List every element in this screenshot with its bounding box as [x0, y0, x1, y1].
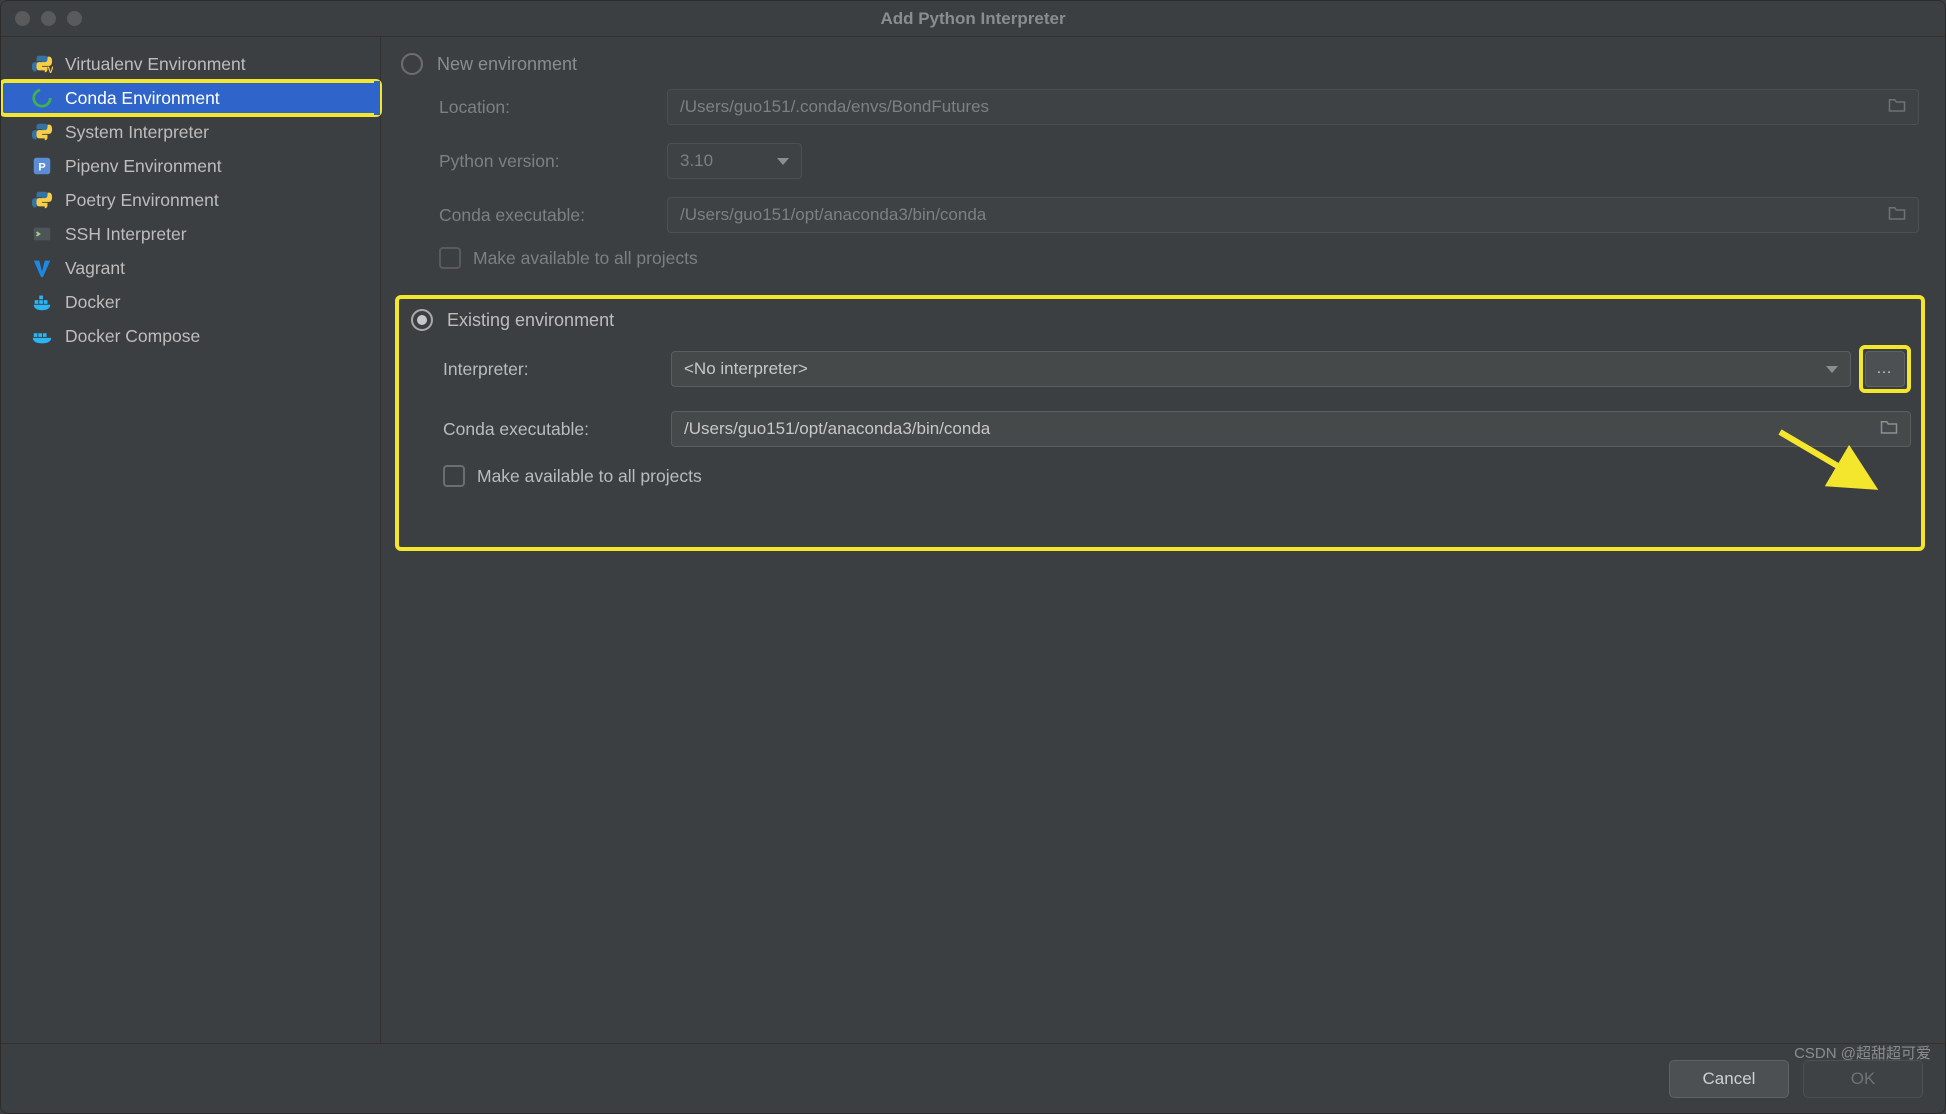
- conda-exec-input-existing[interactable]: /Users/guo151/opt/anaconda3/bin/conda: [671, 411, 1911, 447]
- sidebar-item-label: Pipenv Environment: [65, 156, 222, 177]
- sidebar-item-docker-compose[interactable]: Docker Compose: [1, 319, 380, 353]
- folder-icon[interactable]: [1888, 205, 1906, 226]
- conda-exec-input-new[interactable]: /Users/guo151/opt/anaconda3/bin/conda: [667, 197, 1919, 233]
- sidebar-item-label: Vagrant: [65, 258, 125, 279]
- sidebar-item-system[interactable]: System Interpreter: [1, 115, 380, 149]
- sidebar-item-label: Conda Environment: [65, 88, 220, 109]
- titlebar: Add Python Interpreter: [1, 1, 1945, 37]
- dialog-body: V Virtualenv Environment Conda Environme…: [1, 37, 1945, 1043]
- sidebar-list: V Virtualenv Environment Conda Environme…: [1, 47, 380, 353]
- window-controls: [15, 11, 82, 26]
- radio-new-environment-row[interactable]: New environment: [401, 53, 1919, 75]
- sidebar-item-docker[interactable]: Docker: [1, 285, 380, 319]
- folder-icon[interactable]: [1888, 97, 1906, 118]
- dialog-window: Add Python Interpreter V Virtualenv Envi…: [0, 0, 1946, 1114]
- location-input[interactable]: /Users/guo151/.conda/envs/BondFutures: [667, 89, 1919, 125]
- existing-env-form: Interpreter: <No interpreter> … Conda ex…: [443, 345, 1911, 447]
- checkbox-make-available-new[interactable]: [439, 247, 461, 269]
- conda-exec-label: Conda executable:: [439, 205, 667, 226]
- conda-exec-value-existing: /Users/guo151/opt/anaconda3/bin/conda: [684, 419, 990, 439]
- close-window-icon[interactable]: [15, 11, 30, 26]
- radio-existing-environment-label: Existing environment: [447, 310, 614, 331]
- minimize-window-icon[interactable]: [41, 11, 56, 26]
- location-label: Location:: [439, 97, 667, 118]
- sidebar-item-label: Poetry Environment: [65, 190, 219, 211]
- sidebar-item-label: Docker Compose: [65, 326, 200, 347]
- interpreter-value: <No interpreter>: [684, 359, 808, 379]
- radio-new-environment-label: New environment: [437, 54, 577, 75]
- interpreter-select[interactable]: <No interpreter>: [671, 351, 1851, 387]
- docker-compose-icon: [31, 325, 53, 347]
- ok-button[interactable]: OK: [1803, 1060, 1923, 1098]
- cancel-button-label: Cancel: [1703, 1069, 1756, 1089]
- new-env-form: Location: /Users/guo151/.conda/envs/Bond…: [439, 89, 1919, 233]
- cancel-button[interactable]: Cancel: [1669, 1060, 1789, 1098]
- sidebar-item-label: Virtualenv Environment: [65, 54, 246, 75]
- radio-existing-environment[interactable]: [411, 309, 433, 331]
- sidebar-item-label: Docker: [65, 292, 120, 313]
- sidebar-item-poetry[interactable]: Poetry Environment: [1, 183, 380, 217]
- sidebar-item-pipenv[interactable]: P Pipenv Environment: [1, 149, 380, 183]
- python-version-value: 3.10: [680, 151, 713, 171]
- conda-exec-value-new: /Users/guo151/opt/anaconda3/bin/conda: [680, 205, 986, 225]
- folder-icon[interactable]: [1880, 419, 1898, 440]
- chevron-down-icon: [777, 158, 789, 165]
- vagrant-icon: [31, 257, 53, 279]
- pipenv-icon: P: [31, 155, 53, 177]
- sidebar-item-ssh[interactable]: SSH Interpreter: [1, 217, 380, 251]
- browse-interpreter-button[interactable]: …: [1865, 351, 1905, 387]
- python-v-icon: V: [31, 53, 53, 75]
- interpreter-type-sidebar: V Virtualenv Environment Conda Environme…: [1, 37, 381, 1043]
- selection-indicator: [374, 81, 380, 115]
- dialog-footer: Cancel OK: [1, 1043, 1945, 1113]
- dialog-title: Add Python Interpreter: [1, 9, 1945, 29]
- docker-icon: [31, 291, 53, 313]
- sidebar-item-label: SSH Interpreter: [65, 224, 187, 245]
- watermark: CSDN @超甜超可爱: [1794, 1042, 1931, 1063]
- browse-interpreter-highlight: …: [1859, 345, 1911, 393]
- sidebar-item-label: System Interpreter: [65, 122, 209, 143]
- checkbox-make-available-existing-label: Make available to all projects: [477, 466, 702, 487]
- existing-env-highlight: Existing environment Interpreter: <No in…: [395, 295, 1925, 551]
- sidebar-item-vagrant[interactable]: Vagrant: [1, 251, 380, 285]
- chevron-down-icon: [1826, 366, 1838, 373]
- python-icon: [31, 121, 53, 143]
- zoom-window-icon[interactable]: [67, 11, 82, 26]
- checkbox-make-available-existing[interactable]: [443, 465, 465, 487]
- radio-existing-environment-row[interactable]: Existing environment: [411, 309, 1911, 331]
- make-available-row-new[interactable]: Make available to all projects: [439, 247, 1919, 269]
- svg-text:V: V: [48, 65, 54, 75]
- sidebar-item-conda[interactable]: Conda Environment: [1, 81, 380, 115]
- checkbox-make-available-new-label: Make available to all projects: [473, 248, 698, 269]
- interpreter-label: Interpreter:: [443, 359, 671, 380]
- python-version-label: Python version:: [439, 151, 667, 172]
- conda-icon: [31, 87, 53, 109]
- poetry-icon: [31, 189, 53, 211]
- radio-new-environment[interactable]: [401, 53, 423, 75]
- sidebar-item-virtualenv[interactable]: V Virtualenv Environment: [1, 47, 380, 81]
- python-version-select[interactable]: 3.10: [667, 143, 802, 179]
- ssh-icon: [31, 223, 53, 245]
- location-value: /Users/guo151/.conda/envs/BondFutures: [680, 97, 989, 117]
- svg-text:P: P: [38, 162, 45, 174]
- ok-button-label: OK: [1851, 1069, 1876, 1089]
- conda-exec-label-existing: Conda executable:: [443, 419, 671, 440]
- make-available-row-existing[interactable]: Make available to all projects: [443, 465, 1911, 487]
- content-pane: New environment Location: /Users/guo151/…: [381, 37, 1945, 1043]
